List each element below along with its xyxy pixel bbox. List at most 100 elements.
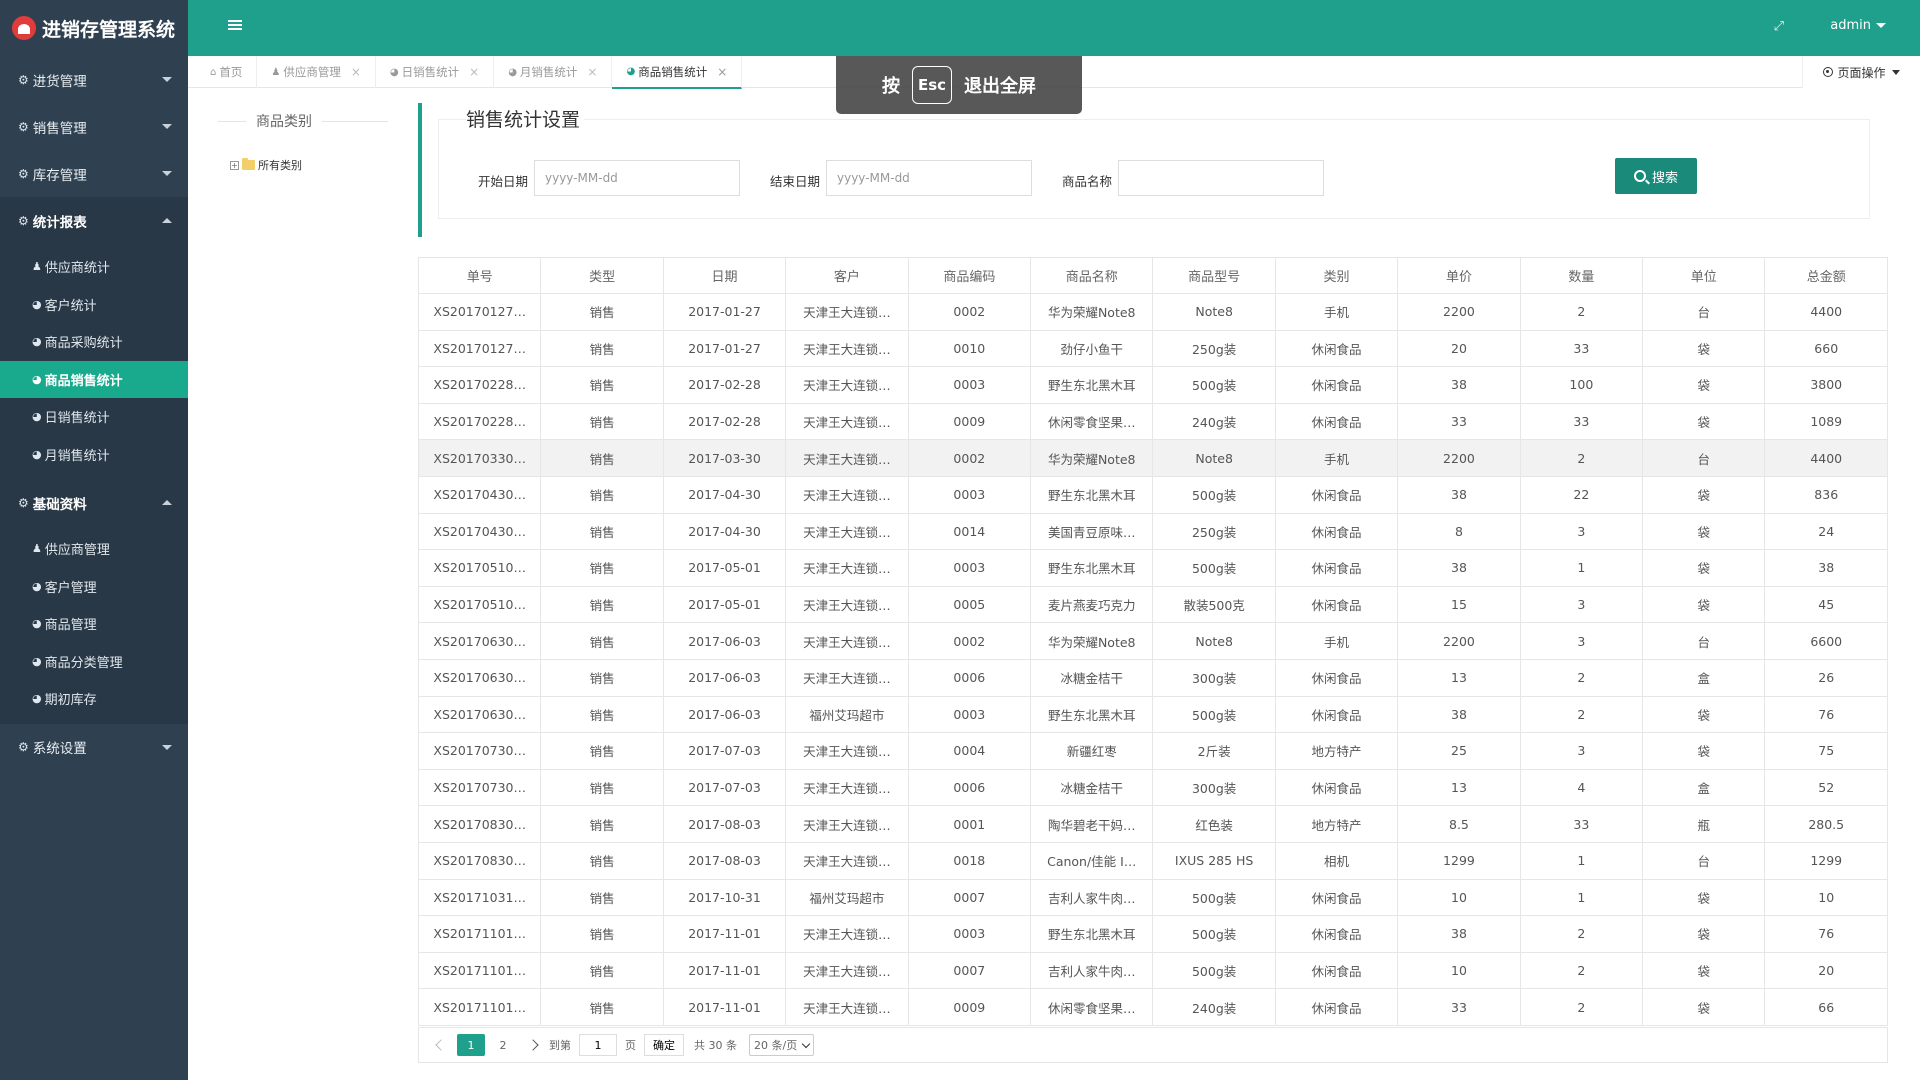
table-row[interactable]: XS20170630… 销售 2017-06-03 天津王大连锁… 0002 华为荣耀No… xyxy=(417,622,1888,660)
menu-group-header[interactable]: ⚙ 库存管理 xyxy=(0,150,188,197)
table-cell: 2017-04-30 xyxy=(662,512,787,551)
table-row[interactable]: XS20170830… 销售 2017-08-03 天津王大连锁… 0018 Canon/… xyxy=(417,841,1888,880)
total-count: 共 30 条 xyxy=(694,1039,737,1052)
column-header[interactable]: 类别 xyxy=(1274,257,1399,294)
menu-group-header[interactable]: ⚙ 系统设置 xyxy=(0,724,188,771)
table-cell: 天津王大连锁… xyxy=(785,841,909,880)
table-row[interactable]: XS20170730… 销售 2017-07-03 天津王大连锁… 0004 新疆红枣 2斤… xyxy=(417,732,1888,770)
table-cell: 休闲食品 xyxy=(1274,768,1399,807)
page-number[interactable]: 2 xyxy=(489,1034,517,1056)
tree-node-all-categories[interactable]: + 所有类别 xyxy=(230,157,388,173)
close-icon[interactable]: × xyxy=(717,65,727,79)
sidebar-item[interactable]: ◕ 商品采购统计 xyxy=(0,323,188,361)
sidebar-item[interactable]: ◕ 月销售统计 xyxy=(0,436,188,474)
table-cell: 2 xyxy=(1519,915,1644,953)
table-cell: 38 xyxy=(1397,366,1521,404)
menu-group-header[interactable]: ⚙ 销售管理 xyxy=(0,103,188,150)
sidebar-item[interactable]: ◕ 期初库存 xyxy=(0,680,188,718)
table-row[interactable]: XS20170430… 销售 2017-04-30 天津王大连锁… 0014 美国青豆原味… xyxy=(417,512,1888,551)
column-header[interactable]: 数量 xyxy=(1519,257,1644,294)
goto-page-input[interactable] xyxy=(579,1034,617,1056)
toast-suffix: 退出全屏 xyxy=(964,76,1036,97)
table-cell: 0003 xyxy=(907,695,1032,734)
menu-group-header[interactable]: ⚙ 基础资料 xyxy=(0,479,188,526)
table-cell: 2017-02-28 xyxy=(662,366,787,404)
sidebar-item[interactable]: ◕ 商品管理 xyxy=(0,605,188,643)
product-name-input[interactable] xyxy=(1118,160,1324,196)
column-header[interactable]: 单号 xyxy=(417,257,542,294)
table-cell: 2 xyxy=(1519,658,1644,697)
table-cell: 销售 xyxy=(540,988,664,1026)
menu-group-label: 系统设置 xyxy=(32,741,87,757)
cogs-icon: ⚙ xyxy=(18,213,29,228)
table-cell: 销售 xyxy=(540,549,664,587)
fullscreen-toggle-icon[interactable]: ⤢ xyxy=(1774,19,1784,34)
page-operations-button[interactable]: 页面操作 xyxy=(1802,56,1920,88)
table-row[interactable]: XS20170730… 销售 2017-07-03 天津王大连锁… 0006 冰糖金桔干 3… xyxy=(417,768,1888,807)
table-cell: 麦片燕麦巧克力 xyxy=(1030,585,1154,624)
table-row[interactable]: XS20171101… 销售 2017-11-01 天津王大连锁… 0007 吉利人家牛肉… xyxy=(417,951,1888,990)
table-row[interactable]: XS20170127… 销售 2017-01-27 天津王大连锁… 0002 华为荣耀No… xyxy=(417,293,1888,331)
end-date-input[interactable] xyxy=(826,160,1032,196)
table-row[interactable]: XS20170630… 销售 2017-06-03 福州艾玛超市 0003 野生东北黑木耳… xyxy=(417,695,1888,734)
page-size-select[interactable]: 20 条/页 xyxy=(749,1034,815,1056)
table-cell: 台 xyxy=(1642,293,1766,331)
tab[interactable]: ⌂ 首页 xyxy=(196,56,258,88)
table-cell: 休闲食品 xyxy=(1274,988,1399,1026)
tab[interactable]: ◕ 日销售统计 × xyxy=(376,56,495,88)
table-row[interactable]: XS20170630… 销售 2017-06-03 天津王大连锁… 0006 冰糖金桔干 3… xyxy=(417,658,1888,697)
sidebar-item[interactable]: ◕ 日销售统计 xyxy=(0,398,188,436)
table-row[interactable]: XS20170830… 销售 2017-08-03 天津王大连锁… 0001 陶华碧老干妈… xyxy=(417,805,1888,843)
expand-plus-icon[interactable]: + xyxy=(230,160,239,170)
sidebar-item[interactable]: ◕ 客户统计 xyxy=(0,286,188,324)
table-cell: XS20170830… xyxy=(417,841,542,880)
table-row[interactable]: XS20170228… 销售 2017-02-28 天津王大连锁… 0003 野生东北黑木… xyxy=(417,366,1888,404)
table-row[interactable]: XS20170510… 销售 2017-05-01 天津王大连锁… 0005 麦片燕麦巧克… xyxy=(417,585,1888,624)
table-cell: 38 xyxy=(1397,915,1521,953)
next-page-icon[interactable] xyxy=(527,1039,539,1051)
page-number[interactable]: 1 xyxy=(457,1034,485,1056)
table-row[interactable]: XS20170127… 销售 2017-01-27 天津王大连锁… 0010 劲仔小鱼干 2… xyxy=(417,329,1888,368)
menu-toggle-icon[interactable] xyxy=(228,20,242,34)
column-header[interactable]: 商品编码 xyxy=(907,257,1032,294)
table-row[interactable]: XS20170510… 销售 2017-05-01 天津王大连锁… 0003 野生东北黑木… xyxy=(417,549,1888,587)
table-row[interactable]: XS20170330… 销售 2017-03-30 天津王大连锁… 0002 华为荣耀No… xyxy=(417,439,1888,477)
column-header[interactable]: 商品名称 xyxy=(1030,257,1154,294)
sidebar-item[interactable]: ◕ 商品销售统计 xyxy=(0,360,188,398)
table-cell: 2017-05-01 xyxy=(662,549,787,587)
sidebar-item[interactable]: ◕ 客户管理 xyxy=(0,568,188,606)
start-date-input[interactable] xyxy=(534,160,740,196)
close-icon[interactable]: × xyxy=(351,65,361,79)
close-icon[interactable]: × xyxy=(469,65,479,79)
table-cell: 袋 xyxy=(1642,585,1766,624)
sidebar-item[interactable]: ♟ 供应商统计 xyxy=(0,248,188,286)
prev-page-icon[interactable] xyxy=(435,1039,447,1051)
menu-group-header[interactable]: ⚙ 统计报表 xyxy=(0,197,188,244)
column-header[interactable]: 总金额 xyxy=(1764,257,1888,294)
column-header[interactable]: 单位 xyxy=(1642,257,1766,294)
table-cell: 福州艾玛超市 xyxy=(785,695,909,734)
column-header[interactable]: 单价 xyxy=(1397,257,1521,294)
table-row[interactable]: XS20170228… 销售 2017-02-28 天津王大连锁… 0009 休闲零食坚果… xyxy=(417,402,1888,441)
column-header[interactable]: 商品型号 xyxy=(1152,257,1276,294)
menu-group-header[interactable]: ⚙ 进货管理 xyxy=(0,56,188,103)
table-row[interactable]: XS20171101… 销售 2017-11-01 天津王大连锁… 0003 野生东北黑木… xyxy=(417,915,1888,953)
table-cell: 袋 xyxy=(1642,512,1766,551)
goto-confirm-button[interactable]: 确定 xyxy=(644,1034,684,1056)
tab[interactable]: ◕ 商品销售统计 × xyxy=(612,56,743,89)
sidebar-item[interactable]: ♟ 供应商管理 xyxy=(0,530,188,568)
column-header[interactable]: 日期 xyxy=(662,257,787,294)
close-icon[interactable]: × xyxy=(587,65,597,79)
table-row[interactable]: XS20170430… 销售 2017-04-30 天津王大连锁… 0003 野生东北黑木… xyxy=(417,475,1888,514)
search-button[interactable]: 搜索 xyxy=(1615,158,1697,194)
column-header[interactable]: 类型 xyxy=(540,257,664,294)
tab[interactable]: ◕ 月销售统计 × xyxy=(494,56,613,88)
table-row[interactable]: XS20171101… 销售 2017-11-01 天津王大连锁… 0009 休闲零食坚果… xyxy=(417,988,1888,1026)
table-row[interactable]: XS20171031… 销售 2017-10-31 福州艾玛超市 0007 吉利人家牛肉…… xyxy=(417,878,1888,917)
sidebar-item[interactable]: ◕ 商品分类管理 xyxy=(0,643,188,681)
user-menu[interactable]: admin xyxy=(1830,18,1886,33)
tab[interactable]: ♟ 供应商管理 × xyxy=(257,56,376,88)
column-header[interactable]: 客户 xyxy=(785,257,909,294)
main-content: 商品类别 + 所有类别 销售统计设置 开始日期 结束日期 商品名称 单号类型日期… xyxy=(188,89,1920,1080)
table-cell: 天津王大连锁… xyxy=(785,622,909,660)
